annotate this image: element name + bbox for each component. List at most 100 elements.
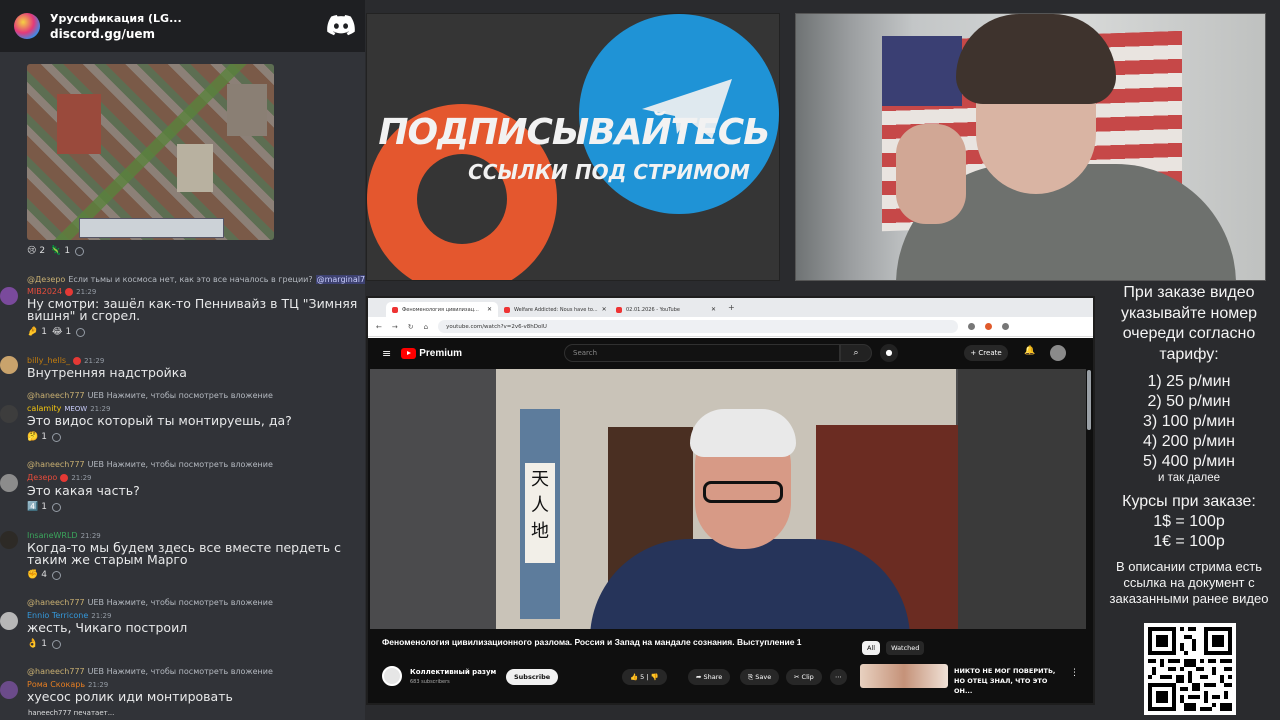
flag-canton — [882, 36, 962, 106]
tab-strip: Феноменология цивилизац... ✕ Welfare Addi… — [368, 298, 1093, 317]
url-field[interactable]: youtube.com/watch?v=2v6-v8hDoIU — [438, 320, 959, 333]
more-actions-icon[interactable]: ⋯ — [830, 669, 847, 685]
save-button[interactable]: ⎘ Save — [740, 669, 780, 685]
add-reaction-icon[interactable] — [51, 639, 61, 649]
extension-icon[interactable] — [985, 323, 993, 330]
avatar[interactable] — [0, 612, 18, 630]
notifications-icon[interactable]: 🔔 — [1024, 346, 1035, 356]
add-reaction-icon[interactable] — [51, 570, 61, 580]
back-icon[interactable]: ← — [376, 323, 382, 331]
thumbs-down-icon[interactable]: 👎 — [651, 673, 659, 681]
microphone-icon[interactable]: ● — [880, 344, 898, 362]
share-button[interactable]: ➦ Share — [688, 669, 731, 685]
close-icon[interactable]: ✕ — [711, 306, 716, 313]
reaction[interactable]: 🤔 1 — [27, 432, 47, 442]
avatar[interactable] — [0, 474, 18, 492]
author-row: Дезеро 21:29 — [27, 473, 92, 482]
new-tab-icon[interactable]: + — [722, 303, 741, 312]
close-icon[interactable]: ✕ — [487, 306, 492, 313]
rate-item: 1$ = 100р — [1153, 513, 1225, 530]
reply-reference[interactable]: @Дезеро Если тьмы и космоса нет, как это… — [27, 275, 365, 284]
timestamp: 21:29 — [80, 531, 101, 540]
reply-reference[interactable]: @haneech777 UEB Нажмите, чтобы посмотрет… — [27, 460, 273, 469]
add-reaction-icon[interactable] — [75, 246, 85, 256]
chip-all[interactable]: All — [862, 641, 881, 655]
author-row: billy_hells_ 21:29 — [27, 356, 104, 365]
search-input[interactable]: Search — [564, 344, 840, 362]
author-name[interactable]: Рома Скокарь — [27, 680, 85, 689]
chip-watched[interactable]: Watched — [886, 641, 925, 655]
reaction[interactable]: 😢 2 — [27, 246, 45, 256]
reaction[interactable]: ✊ 4 — [27, 570, 47, 580]
browser-tab[interactable]: Феноменология цивилизац... ✕ — [386, 302, 498, 317]
author-name[interactable]: calamity — [27, 404, 61, 413]
subscribe-button[interactable]: Subscribe — [506, 669, 559, 685]
author-row: calamity MEOW 21:29 — [27, 404, 110, 413]
avatar[interactable] — [0, 405, 18, 423]
clip-button[interactable]: ✂ Clip — [786, 669, 822, 685]
author-name[interactable]: Дезеро — [27, 473, 57, 482]
youtube-play-icon — [401, 347, 417, 359]
youtube-watch-page: 天人地 Феноменология цивилизационного разло… — [368, 368, 1093, 703]
author-row: MIB2024 21:29 — [27, 287, 96, 296]
bookmark-icon: ⎘ — [748, 673, 754, 681]
order-info-panel: При заказе видео указывайте номер очеред… — [1098, 283, 1280, 720]
video-player[interactable]: 天人地 — [370, 369, 1086, 629]
message-text: хуесос ролик иди монтировать — [27, 689, 233, 704]
tariff-item: 2) 50 р/мин — [1147, 393, 1231, 410]
channel-name[interactable]: Коллективный разум — [410, 668, 496, 676]
create-button[interactable]: + Create — [964, 345, 1008, 361]
add-reaction-icon[interactable] — [76, 327, 86, 337]
page-scrollbar[interactable] — [1087, 370, 1091, 430]
message-text: Это какая часть? — [27, 483, 140, 498]
avatar[interactable] — [0, 531, 18, 549]
browser-tab[interactable]: Welfare Addicted: Nous have to... ✕ — [498, 302, 610, 317]
reply-reference[interactable]: @haneech777 UEB Нажмите, чтобы посмотрет… — [27, 598, 273, 607]
channel-avatar[interactable] — [382, 666, 402, 686]
home-icon[interactable]: ⌂ — [424, 323, 428, 331]
search-icon[interactable]: ⌕ — [840, 344, 872, 362]
author-name[interactable]: MIB2024 — [27, 287, 62, 296]
add-reaction-icon[interactable] — [51, 502, 61, 512]
reaction[interactable]: 😂 1 — [52, 327, 71, 337]
recommended-title[interactable]: НИКТО НЕ МОГ ПОВЕРИТЬ, НО ОТЕЦ ЗНАЛ, ЧТО… — [954, 666, 1064, 696]
reaction[interactable]: 🤌 1 — [27, 327, 47, 337]
message-text: Когда-то мы будем здесь все вместе перде… — [27, 540, 341, 567]
like-button[interactable]: 👍 5 | 👎 — [622, 669, 667, 685]
reaction[interactable]: 🦎 1 — [50, 246, 70, 256]
attached-game-screenshot[interactable] — [27, 64, 274, 240]
close-icon[interactable]: ✕ — [602, 306, 607, 313]
description-note: В описании стрима есть ссылка на докумен… — [1109, 559, 1269, 606]
subscriber-count: 683 subscribers — [410, 679, 450, 685]
tariff-item: 5) 400 р/мин — [1143, 453, 1235, 470]
author-tag: MEOW — [64, 404, 88, 413]
tariff-item: 4) 200 р/мин — [1143, 433, 1235, 450]
profile-icon[interactable] — [1002, 323, 1010, 330]
tariff-more: и так далее — [1158, 472, 1220, 484]
add-reaction-icon[interactable] — [51, 432, 61, 442]
author-name[interactable]: Ennio Terricone — [27, 611, 88, 620]
reply-reference[interactable]: @haneech777 UEB Нажмите, чтобы посмотрет… — [27, 391, 273, 400]
qr-code-icon — [1144, 623, 1236, 715]
reply-reference[interactable]: @haneech777 UEB Нажмите, чтобы посмотрет… — [27, 667, 273, 676]
youtube-logo[interactable]: Premium — [401, 347, 462, 359]
more-vert-icon[interactable]: ⋮ — [1070, 668, 1079, 678]
server-invite-link[interactable]: discord.gg/uem — [50, 26, 182, 42]
avatar[interactable] — [0, 356, 18, 374]
reaction[interactable]: 👌 1 — [27, 639, 47, 649]
account-avatar[interactable] — [1050, 345, 1066, 361]
rate-item: 1€ = 100р — [1153, 533, 1225, 550]
thumbs-up-icon: 👍 — [630, 673, 639, 681]
reaction[interactable]: 4️⃣ 1 — [27, 502, 47, 512]
author-name[interactable]: billy_hells_ — [27, 356, 70, 365]
author-name[interactable]: InsaneWRLD — [27, 531, 78, 540]
avatar[interactable] — [0, 681, 18, 699]
browser-tab[interactable]: 02.01.2026 - YouTube ✕ — [610, 302, 722, 317]
game-hud — [79, 218, 224, 238]
menu-icon[interactable]: ≡ — [382, 347, 391, 360]
reload-icon[interactable]: ↻ — [408, 323, 414, 331]
forward-icon[interactable]: → — [392, 323, 398, 331]
recommended-thumbnail[interactable] — [860, 664, 948, 688]
extension-icon[interactable] — [968, 323, 976, 330]
avatar[interactable] — [0, 287, 18, 305]
